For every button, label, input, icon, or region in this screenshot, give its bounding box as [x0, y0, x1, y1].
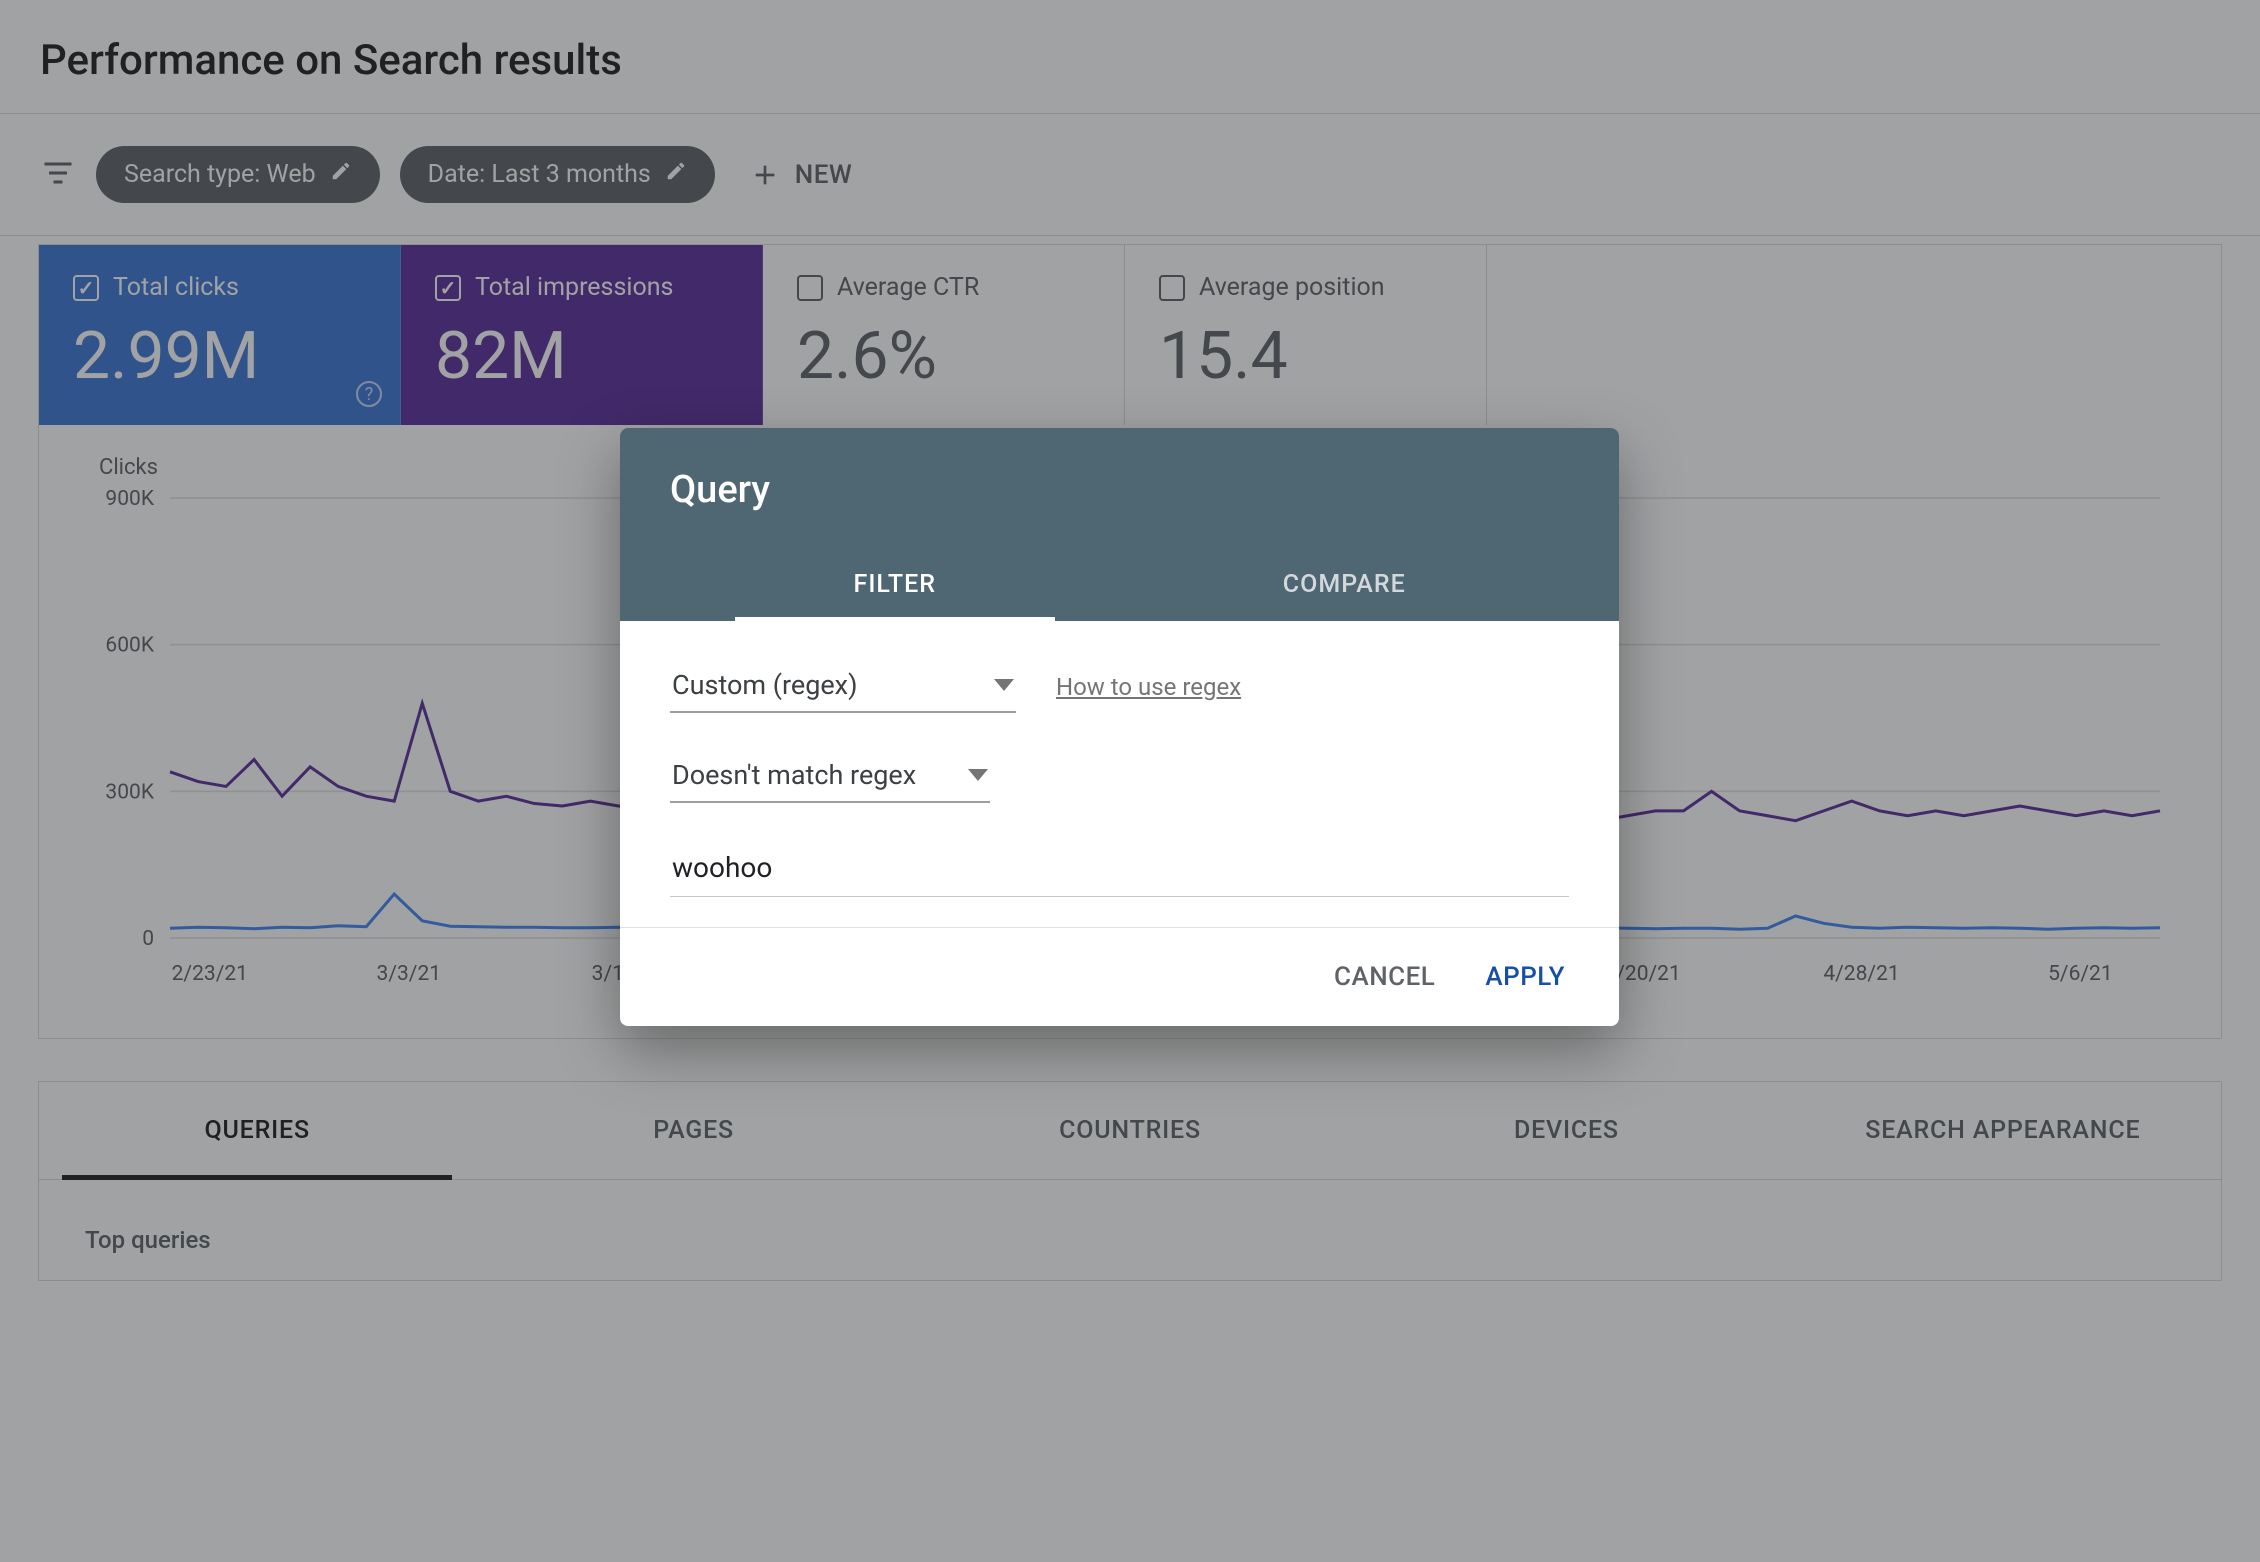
- apply-button[interactable]: APPLY: [1469, 952, 1581, 1002]
- dialog-body: Custom (regex) How to use regex Doesn't …: [620, 621, 1619, 927]
- select-filter-type[interactable]: Custom (regex): [670, 661, 1016, 713]
- select-match-type[interactable]: Doesn't match regex: [670, 751, 990, 803]
- query-dialog: Query FILTER COMPARE Custom (regex) How …: [620, 428, 1619, 1026]
- query-input[interactable]: [670, 841, 1569, 897]
- chevron-down-icon: [968, 769, 988, 781]
- select-filter-type-value: Custom (regex): [672, 669, 857, 701]
- link-how-to-use-regex[interactable]: How to use regex: [1056, 673, 1241, 701]
- dialog-tab-compare[interactable]: COMPARE: [1120, 546, 1570, 621]
- select-match-type-value: Doesn't match regex: [672, 759, 916, 791]
- dialog-header: Query FILTER COMPARE: [620, 428, 1619, 621]
- dialog-title: Query: [670, 468, 1569, 512]
- dialog-tab-filter[interactable]: FILTER: [670, 546, 1120, 621]
- chevron-down-icon: [994, 679, 1014, 691]
- dialog-actions: CANCEL APPLY: [620, 927, 1619, 1026]
- cancel-button[interactable]: CANCEL: [1318, 952, 1451, 1002]
